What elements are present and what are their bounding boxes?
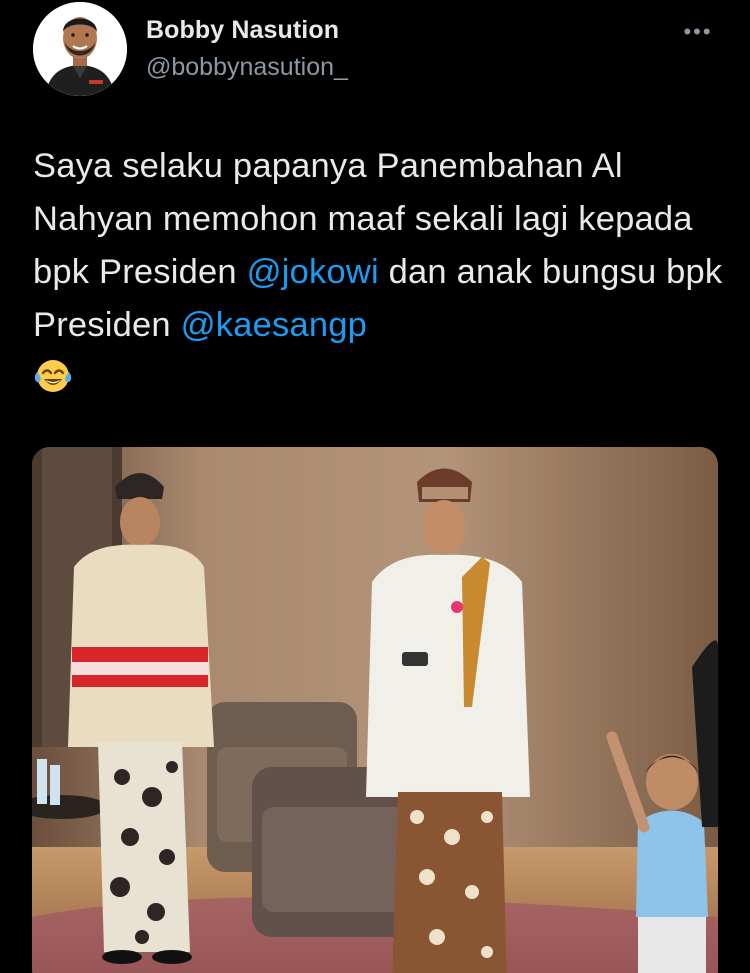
tweet-text: Saya selaku papanya Panembahan Al Nahyan… xyxy=(33,140,733,405)
more-options-button[interactable]: ••• xyxy=(680,18,716,46)
mention-link-kaesangp[interactable]: @kaesangp xyxy=(181,306,367,344)
mention-link-jokowi[interactable]: @jokowi xyxy=(247,253,379,291)
author-avatar[interactable] xyxy=(33,2,127,96)
author-display-name[interactable]: Bobby Nasution xyxy=(146,16,339,45)
author-handle[interactable]: @bobbynasution_ xyxy=(146,53,348,82)
face-with-tears-of-joy-icon xyxy=(33,355,73,395)
more-horizontal-icon: ••• xyxy=(683,19,713,44)
avatar-photo-icon xyxy=(33,2,127,96)
tweet-photo[interactable] xyxy=(32,447,718,973)
photo-icon xyxy=(32,447,718,973)
tweet-card: Bobby Nasution @bobbynasution_ ••• Saya … xyxy=(0,0,750,973)
